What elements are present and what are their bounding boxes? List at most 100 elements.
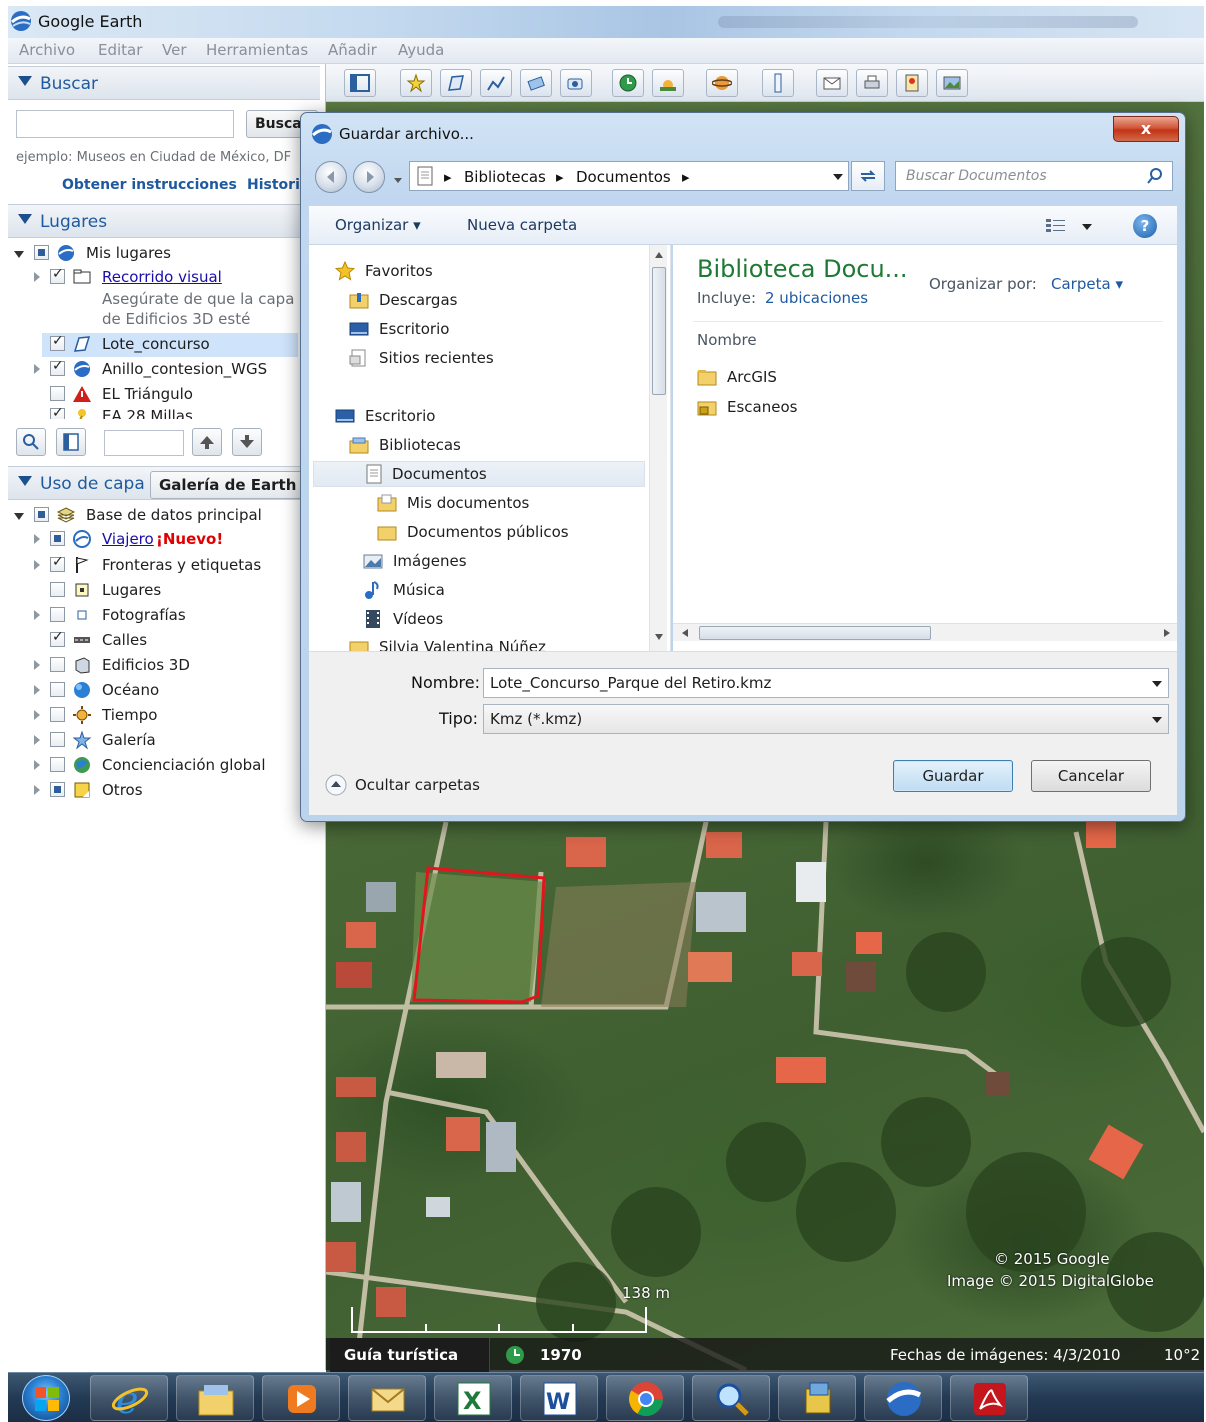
- cancel-button[interactable]: Cancelar: [1031, 760, 1151, 792]
- checkbox[interactable]: [50, 386, 65, 401]
- historical-imagery-button[interactable]: [612, 69, 644, 97]
- tree-item-label[interactable]: Recorrido visual: [102, 268, 222, 286]
- refresh-button[interactable]: [851, 161, 885, 191]
- layers-panel-header[interactable]: Uso de capas Galería de Earth »: [8, 466, 320, 500]
- tree-item-ea-28-millas[interactable]: EA 28 Millas: [8, 405, 308, 419]
- places-filter-input[interactable]: [104, 430, 184, 456]
- layer-lugares[interactable]: Lugares: [8, 579, 308, 603]
- expand-arrow-icon[interactable]: [34, 560, 40, 570]
- breadcrumb-separator-icon[interactable]: ▸: [682, 168, 690, 186]
- expand-arrow-icon[interactable]: [34, 785, 40, 795]
- chevron-down-icon[interactable]: [1152, 681, 1162, 687]
- layer-galeria[interactable]: Galería: [8, 729, 308, 753]
- move-down-button[interactable]: [232, 428, 262, 456]
- menu-editar[interactable]: Editar: [98, 41, 142, 59]
- move-up-button[interactable]: [192, 428, 222, 456]
- address-bar[interactable]: ▸ Bibliotecas ▸ Documentos ▸: [409, 161, 849, 191]
- places-panel-header[interactable]: Lugares: [8, 204, 320, 238]
- filename-input[interactable]: Lote_Concurso_Parque del Retiro.kmz: [483, 668, 1169, 698]
- layer-edificios-3d[interactable]: Edificios 3D: [8, 654, 308, 678]
- checkbox[interactable]: [50, 333, 65, 351]
- expand-arrow-icon[interactable]: [34, 685, 40, 695]
- expand-arrow-icon[interactable]: [14, 513, 24, 525]
- checkbox[interactable]: [50, 266, 65, 284]
- expand-arrow-icon[interactable]: [34, 660, 40, 670]
- scroll-up-icon[interactable]: [654, 251, 664, 259]
- taskbar-excel[interactable]: X: [434, 1375, 512, 1421]
- view-dropdown-icon[interactable]: [1081, 222, 1093, 232]
- tree-item-el-triangulo[interactable]: EL Triángulo: [8, 383, 308, 407]
- dialog-close-button[interactable]: x: [1113, 116, 1179, 142]
- menu-ayuda[interactable]: Ayuda: [398, 41, 444, 59]
- expand-arrow-icon[interactable]: [34, 760, 40, 770]
- breadcrumb-bibliotecas[interactable]: Bibliotecas: [464, 168, 546, 186]
- checkbox[interactable]: [50, 682, 65, 697]
- taskbar-chrome[interactable]: [606, 1375, 684, 1421]
- start-button[interactable]: [22, 1375, 70, 1421]
- layer-label[interactable]: Viajero: [102, 530, 154, 548]
- expand-arrow-icon[interactable]: [34, 534, 40, 544]
- ruler-button[interactable]: [762, 69, 794, 97]
- checkbox[interactable]: [50, 757, 65, 772]
- expand-arrow-icon[interactable]: [34, 272, 40, 282]
- places-panel-toggle-button[interactable]: [56, 428, 86, 456]
- add-polygon-button[interactable]: [440, 69, 472, 97]
- checkbox[interactable]: [34, 245, 49, 260]
- view-in-maps-button[interactable]: [896, 69, 928, 97]
- checkbox[interactable]: [50, 531, 65, 546]
- scroll-down-icon[interactable]: [654, 633, 664, 641]
- search-documents-input[interactable]: Buscar Documentos: [895, 161, 1173, 191]
- add-placemark-button[interactable]: [400, 69, 432, 97]
- tree-item-mis-lugares[interactable]: Mis lugares: [8, 242, 308, 266]
- expand-arrow-icon[interactable]: [34, 364, 40, 374]
- menu-herramientas[interactable]: Herramientas: [206, 41, 308, 59]
- checkbox[interactable]: [34, 507, 49, 522]
- sunlight-button[interactable]: [652, 69, 684, 97]
- scroll-left-icon[interactable]: [681, 628, 689, 638]
- search-icon[interactable]: [1146, 167, 1164, 185]
- checkbox[interactable]: [50, 405, 65, 419]
- layer-otros[interactable]: Otros: [8, 779, 308, 803]
- back-button[interactable]: [315, 161, 347, 193]
- view-options-icon[interactable]: [1045, 217, 1067, 235]
- checkbox[interactable]: [50, 657, 65, 672]
- taskbar-file-explorer[interactable]: [176, 1375, 254, 1421]
- expand-arrow-icon[interactable]: [14, 251, 24, 263]
- taskbar-media-player[interactable]: [262, 1375, 340, 1421]
- checkbox[interactable]: [50, 782, 65, 797]
- expand-arrow-icon[interactable]: [34, 710, 40, 720]
- expand-arrow-icon[interactable]: [34, 610, 40, 620]
- checkbox[interactable]: [50, 358, 65, 376]
- tree-item-recorrido-visual[interactable]: Recorrido visual: [8, 266, 308, 290]
- menu-archivo[interactable]: Archivo: [19, 41, 75, 59]
- nav-scroll-thumb[interactable]: [652, 267, 666, 395]
- add-image-overlay-button[interactable]: [520, 69, 552, 97]
- layer-calles[interactable]: Calles: [8, 629, 308, 653]
- new-folder-button[interactable]: Nueva carpeta: [467, 216, 577, 234]
- add-path-button[interactable]: [480, 69, 512, 97]
- layer-base-datos[interactable]: Base de datos principal: [8, 504, 308, 528]
- layer-concienciacion[interactable]: Concienciación global: [8, 754, 308, 778]
- tour-guide-tab[interactable]: Guía turística: [330, 1338, 490, 1372]
- checkbox[interactable]: [50, 582, 65, 597]
- print-button[interactable]: [856, 69, 888, 97]
- organize-menu-button[interactable]: Organizar ▾: [335, 216, 421, 234]
- content-horizontal-scrollbar[interactable]: [673, 623, 1177, 641]
- column-header-name[interactable]: Nombre: [697, 331, 757, 349]
- save-image-button[interactable]: [936, 69, 968, 97]
- taskbar-acrobat[interactable]: [950, 1375, 1028, 1421]
- sidebar-toggle-button[interactable]: [344, 69, 376, 97]
- forward-button[interactable]: [353, 161, 385, 193]
- checkbox[interactable]: [50, 629, 65, 647]
- taskbar-word[interactable]: W: [520, 1375, 598, 1421]
- historical-clock-icon[interactable]: [504, 1344, 526, 1366]
- tree-item-lote-concurso[interactable]: Lote_concurso: [42, 333, 298, 357]
- email-button[interactable]: [816, 69, 848, 97]
- file-type-select[interactable]: Kmz (*.kmz): [483, 704, 1169, 734]
- help-button[interactable]: ?: [1133, 214, 1157, 238]
- search-input[interactable]: [16, 110, 234, 138]
- save-button[interactable]: Guardar: [893, 760, 1013, 792]
- nav-documentos[interactable]: Documentos: [313, 461, 645, 487]
- breadcrumb-documentos[interactable]: Documentos: [576, 168, 671, 186]
- checkbox[interactable]: [50, 554, 65, 572]
